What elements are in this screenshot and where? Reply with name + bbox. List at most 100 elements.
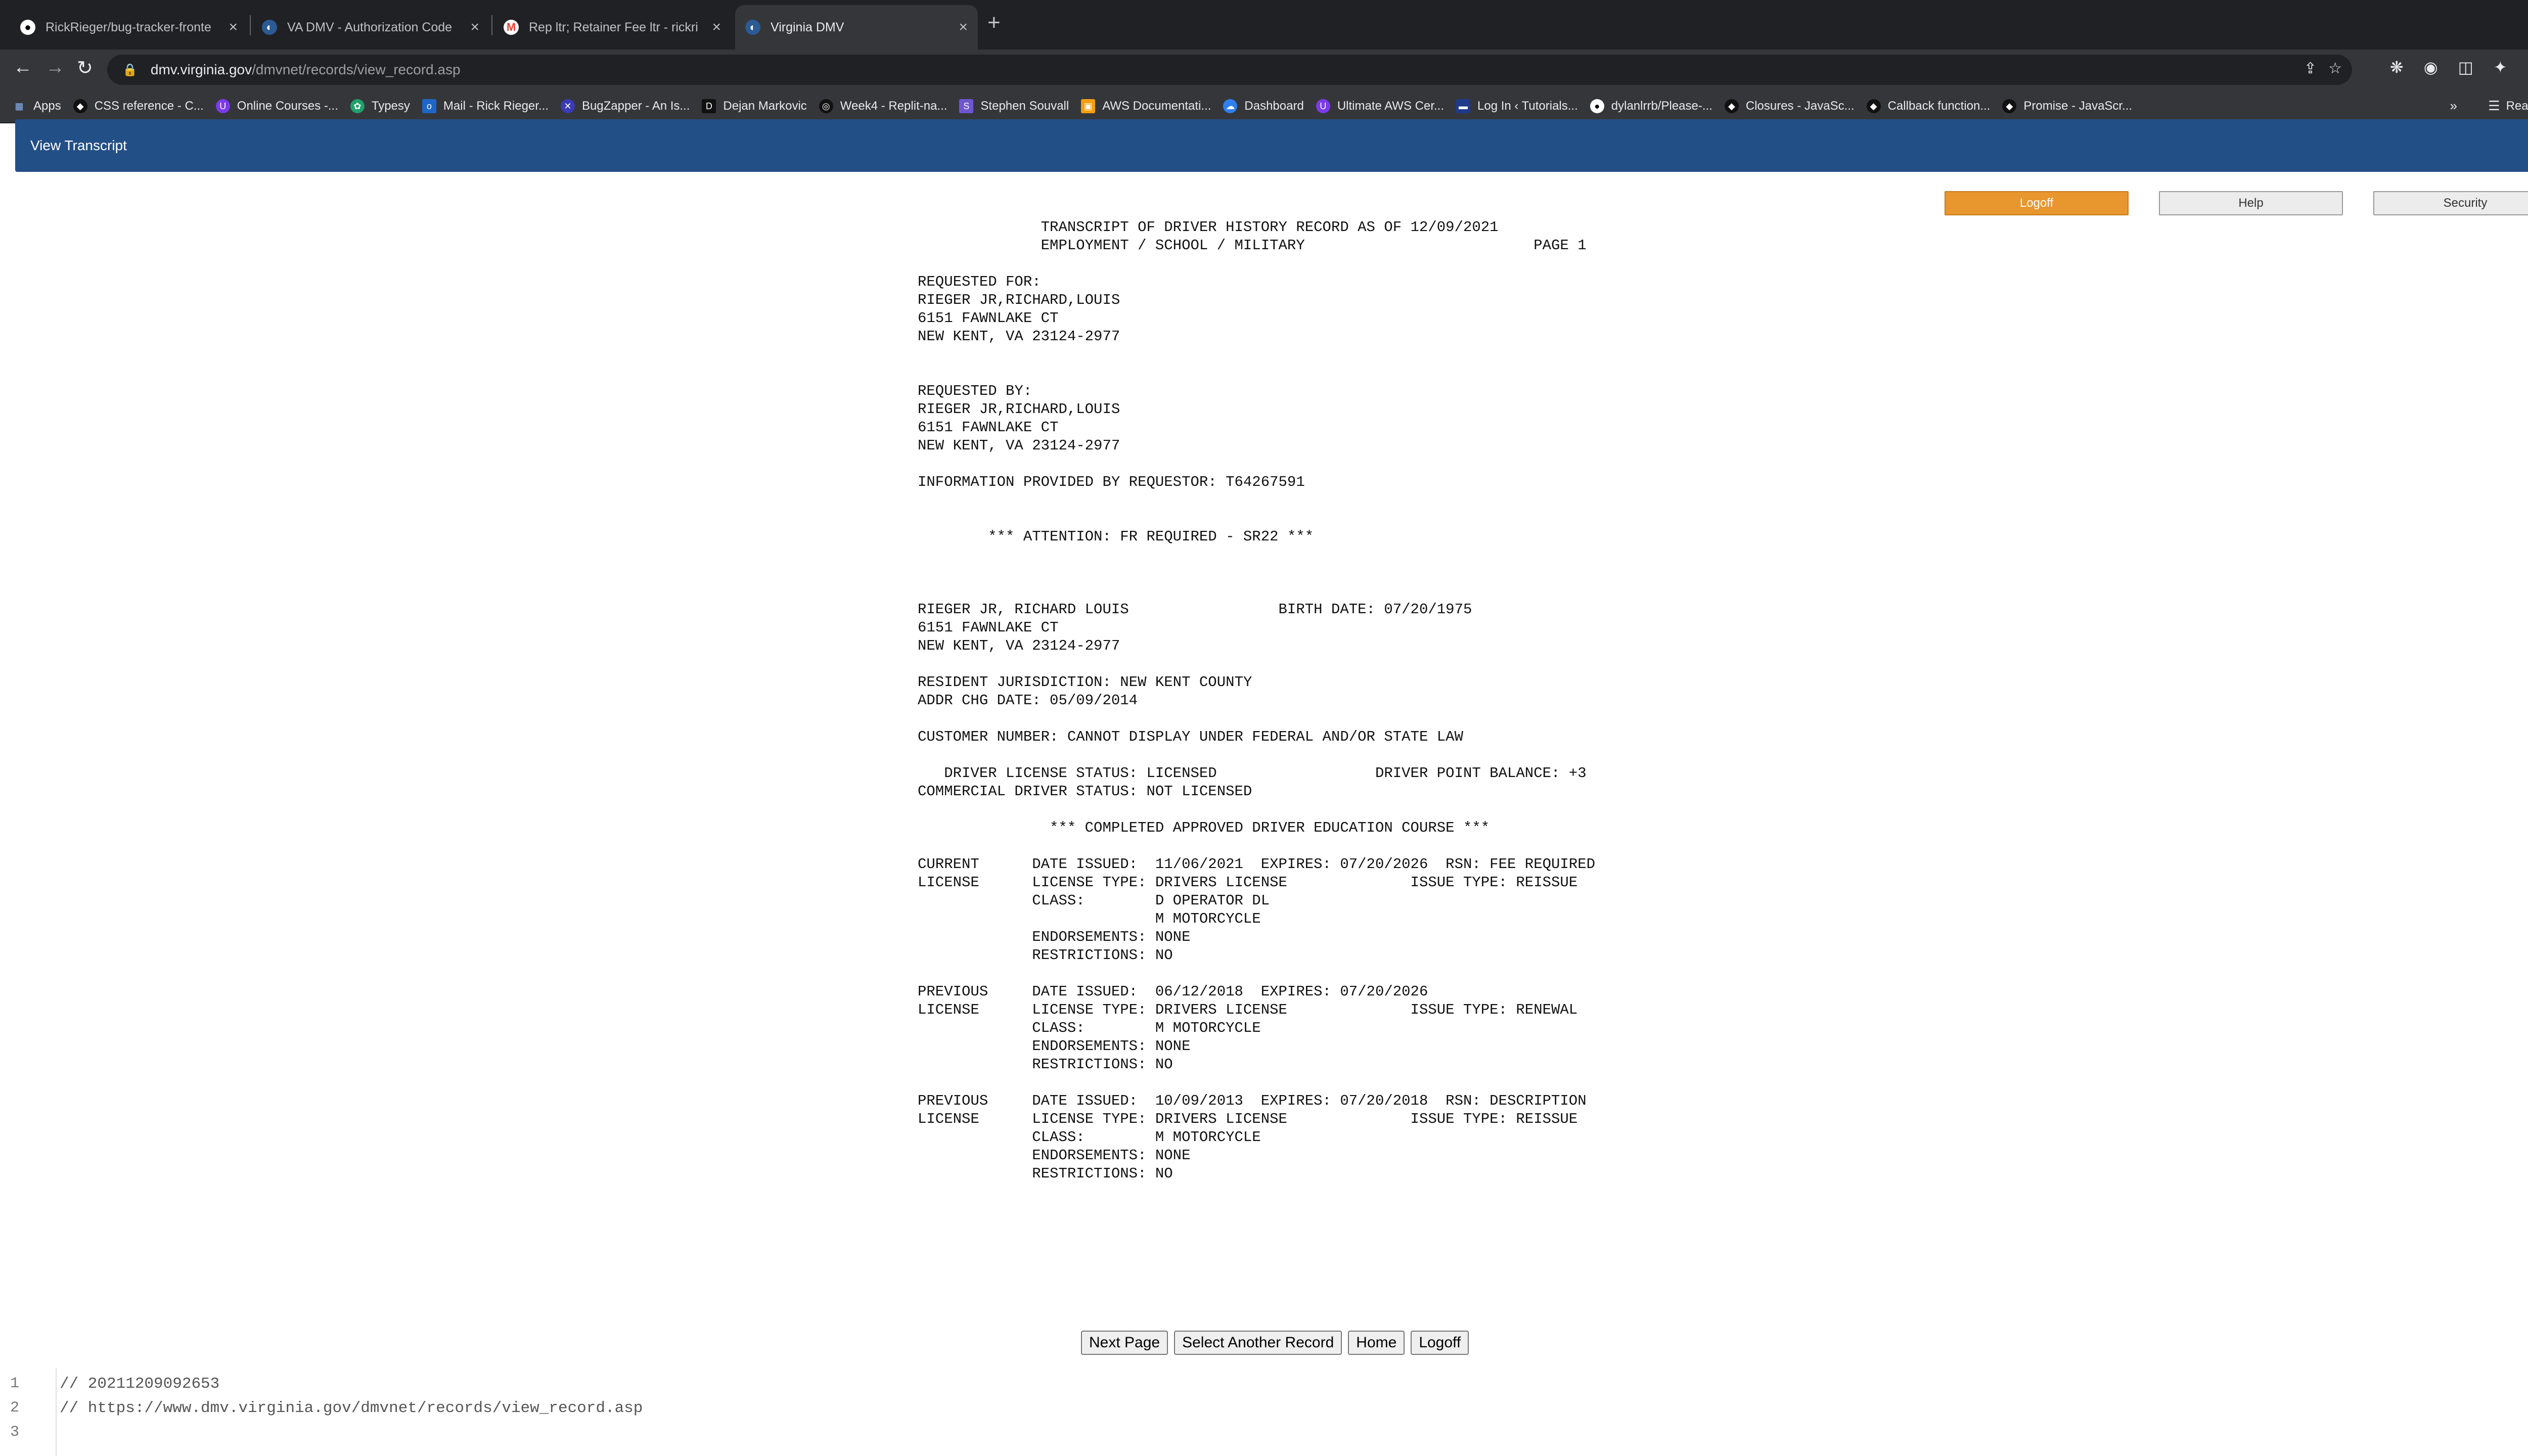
apps-grid-icon: ▦ [15,101,24,111]
udemy-icon: U [1316,99,1330,113]
browser-toolbar: ← → ↻ 🔒 dmv.virginia.gov/dmvnet/records/… [0,50,2528,90]
tab-virginia-dmv[interactable]: ◐ Virginia DMV × [735,5,978,50]
bookmark-label: Dashboard [1244,99,1304,113]
bookmark-label: AWS Documentati... [1102,99,1211,113]
bookmark-label: CSS reference - C... [94,99,204,113]
home-button[interactable]: Home [1348,1331,1405,1355]
bookmark-item[interactable]: ◆ CSS reference - C... [73,99,204,113]
page-header-bar: View Transcript [15,119,2528,172]
dmv-icon: ◐ [745,20,760,35]
reading-list-icon: ☰ [2488,98,2500,113]
line-number-gutter [0,1368,57,1456]
forward-icon[interactable]: → [46,57,65,78]
driver-transcript: TRANSCRIPT OF DRIVER HISTORY RECORD AS O… [918,219,1596,1182]
bookmark-item[interactable]: U Ultimate AWS Cer... [1316,99,1444,113]
more-bookmarks-icon[interactable]: » [2450,98,2457,114]
line-number: 2 [10,1399,20,1417]
puzzle-extensions-icon[interactable]: ✦ [2494,58,2507,77]
tab-title: RickRieger/bug-tracker-fronte [46,20,211,34]
next-page-button[interactable]: Next Page [1081,1331,1168,1355]
bookmark-item[interactable]: ◆ Closures - JavaSc... [1724,99,1855,113]
codecademy-icon: ◆ [2002,99,2017,113]
close-tab-icon[interactable]: × [959,19,968,36]
bookmark-label: Typesy [371,99,410,113]
tab-title: VA DMV - Authorization Code [287,20,453,34]
bookmark-item[interactable]: D Dejan Markovic [702,99,807,113]
bookmark-label: Ultimate AWS Cer... [1337,99,1444,113]
udemy-icon: U [215,99,230,113]
lock-icon[interactable]: 🔒 [122,63,138,77]
bookmark-label: dylanlrrb/Please-... [1611,99,1712,113]
bookmark-label: BugZapper - An Is... [581,99,690,113]
bookmark-item[interactable]: ◆ Callback function... [1866,99,1990,113]
tutorials-icon: ▬ [1456,99,1470,113]
bookmarks-bar: ▦ Apps ◆ CSS reference - C... U Online Cour… [0,90,2528,123]
bottom-button-row: Next Page Select Another Record Home Log… [1081,1331,1469,1355]
logoff-button-top[interactable]: Logoff [1945,191,2129,215]
bookmark-label: Closures - JavaSc... [1745,99,1855,113]
dmv-icon: ◐ [262,20,277,35]
url-path: /dmvnet/records/view_record.asp [252,62,461,77]
code-editor[interactable]: 1 2 3 // 20211209092653 // https://www.d… [0,1368,2528,1456]
codecademy-icon: ◆ [1866,99,1881,113]
bookmark-apps[interactable]: ▦ Apps [12,99,61,113]
outlook-icon: o [422,99,436,113]
bookmark-star-icon[interactable]: ☆ [2328,60,2342,77]
line-number: 3 [10,1424,20,1441]
bookmark-item[interactable]: ▬ Log In ‹ Tutorials... [1456,99,1578,113]
bookmark-item[interactable]: ◆ Promise - JavaScr... [2002,99,2132,113]
back-icon[interactable]: ← [13,57,32,78]
reading-list-label: Reading List [2506,99,2528,113]
code-line: // 20211209092653 [60,1375,220,1393]
line-number: 1 [10,1375,20,1392]
github-icon: ● [1590,99,1604,113]
logoff-button-bottom[interactable]: Logoff [1411,1331,1469,1355]
extension-icons: ❋ ◉ ◫ ✦ ● ⋮ [2390,58,2528,77]
reading-list-button[interactable]: ☰ Reading List [2488,98,2528,114]
extension-icon[interactable]: ◫ [2458,58,2473,77]
address-bar[interactable]: 🔒 dmv.virginia.gov/dmvnet/records/view_r… [107,55,2352,85]
bookmark-item[interactable]: S Stephen Souvall [959,99,1069,113]
tab-github[interactable]: ● RickRieger/bug-tracker-fronte × [10,5,248,50]
reload-icon[interactable]: ↻ [77,57,93,79]
close-tab-icon[interactable]: × [712,19,721,36]
bookmark-item[interactable]: ✕ BugZapper - An Is... [560,99,690,113]
new-tab-icon[interactable]: + [987,10,1001,35]
tab-gmail[interactable]: M Rep ltr; Retainer Fee ltr - rickri × [493,5,731,50]
bookmark-item[interactable]: U Online Courses -... [215,99,338,113]
bookmark-item[interactable]: o Mail - Rick Rieger... [422,99,549,113]
close-tab-icon[interactable]: × [229,19,238,36]
bugzapper-icon: ✕ [560,99,575,113]
extension-icon[interactable]: ❋ [2390,58,2404,77]
codecademy-icon: ◆ [1724,99,1739,113]
d-icon: D [702,99,716,113]
gmail-icon: M [504,20,519,35]
url-host: dmv.virginia.gov [150,62,252,77]
tab-title: Virginia DMV [771,20,844,34]
bookmark-label: Promise - JavaScr... [2023,99,2133,113]
close-tab-icon[interactable]: × [470,19,479,36]
help-button[interactable]: Help [2159,191,2343,215]
tab-va-dmv-auth[interactable]: ◐ VA DMV - Authorization Code × [252,5,489,50]
code-line: // https://www.dmv.virginia.gov/dmvnet/r… [60,1399,643,1417]
share-icon[interactable]: ⇪ [2304,60,2317,77]
replit-icon: ◎ [819,99,833,113]
bookmark-item[interactable]: ☁ Dashboard [1223,99,1304,113]
select-another-record-button[interactable]: Select Another Record [1174,1331,1342,1355]
bookmark-label: Apps [33,99,61,113]
bookmark-label: Stephen Souvall [980,99,1069,113]
codecademy-icon: ◆ [73,99,87,113]
tab-divider [491,15,492,35]
bookmark-label: Online Courses -... [237,99,338,113]
extension-icon[interactable]: ◉ [2424,58,2438,77]
bookmark-item[interactable]: ● dylanlrrb/Please-... [1590,99,1712,113]
security-button[interactable]: Security [2373,191,2528,215]
bookmark-label: Log In ‹ Tutorials... [1477,99,1578,113]
bookmark-label: Dejan Markovic [723,99,807,113]
bookmark-item[interactable]: ▣ AWS Documentati... [1081,99,1211,113]
typesy-icon: ✿ [350,99,365,113]
s-icon: S [959,99,974,113]
bookmark-item[interactable]: ✿ Typesy [350,99,410,113]
bookmark-item[interactable]: ◎ Week4 - Replit-na... [819,99,947,113]
tab-divider [250,15,251,35]
